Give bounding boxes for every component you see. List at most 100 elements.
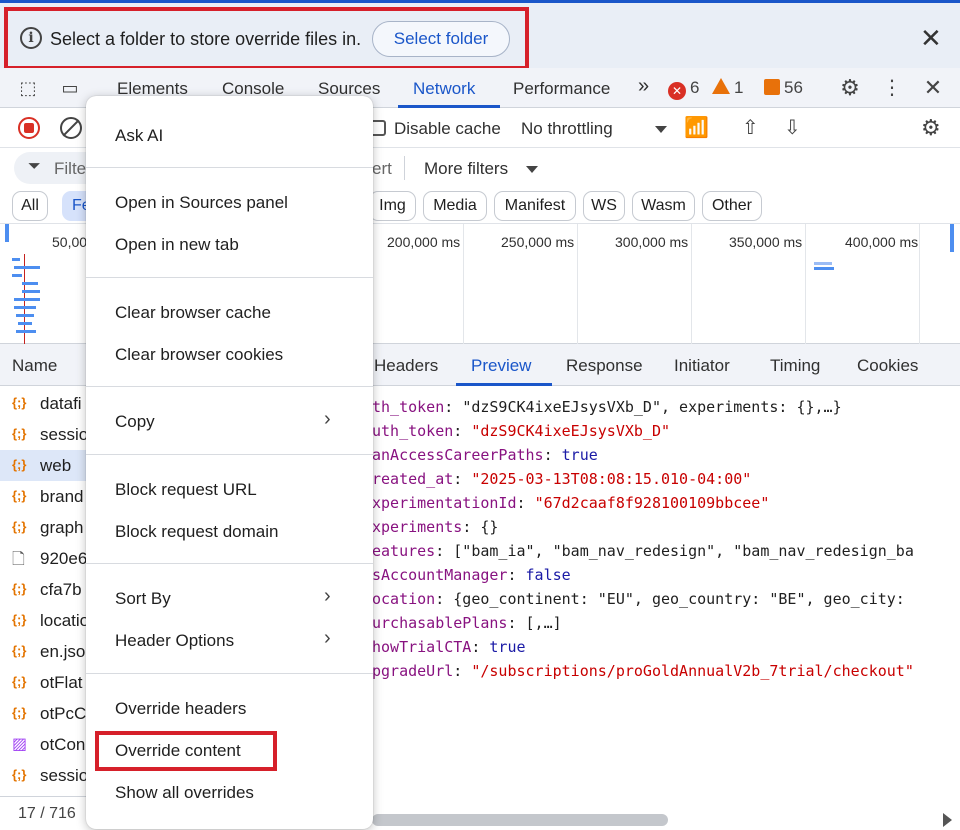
horizontal-scrollbar[interactable]: [372, 814, 668, 826]
menu-item-clear-cookies[interactable]: Clear browser cookies: [115, 345, 283, 365]
grid-line: [463, 224, 464, 344]
override-folder-infobar: i Select a folder to store override file…: [0, 0, 960, 70]
network-conditions-icon[interactable]: 📶: [684, 116, 709, 140]
import-har-icon[interactable]: ⇧: [742, 116, 759, 140]
warning-count: 1: [734, 78, 744, 97]
json-sep: :: [435, 590, 454, 608]
preview-line[interactable]: xperimentationId: "67d2caaf8f928100109bb…: [372, 494, 769, 512]
kebab-menu-icon[interactable]: ⋮: [880, 76, 904, 100]
tab-network[interactable]: Network: [413, 79, 475, 99]
json-key: urchasablePlans: [372, 614, 508, 632]
preview-line[interactable]: xperiments: {}: [372, 518, 498, 536]
json-value: "67d2caaf8f928100109bbcee": [534, 494, 770, 512]
chevron-down-icon[interactable]: [526, 166, 538, 173]
error-icon: ✕: [668, 82, 686, 100]
warning-counter[interactable]: 1: [712, 78, 743, 98]
device-toolbar-icon[interactable]: ▭: [58, 76, 82, 100]
fetch-icon: {;}: [12, 488, 27, 503]
clear-icon[interactable]: [60, 117, 82, 139]
overview-bar: [18, 322, 32, 325]
json-value: "2025-03-13T08:08:15.010-04:00": [471, 470, 752, 488]
network-settings-gear-icon[interactable]: ⚙: [921, 116, 941, 140]
overview-handle-left[interactable]: [5, 224, 9, 242]
chip-other[interactable]: Other: [702, 191, 762, 221]
menu-item-sort-by[interactable]: Sort By: [115, 589, 171, 609]
menu-item-override-headers[interactable]: Override headers: [115, 699, 246, 719]
chevron-down-icon[interactable]: [655, 126, 667, 133]
overview-bar: [14, 266, 40, 269]
record-icon[interactable]: [18, 117, 40, 139]
issues-counter[interactable]: 56: [764, 78, 803, 98]
preview-line[interactable]: ocation: {geo_continent: "EU", geo_count…: [372, 590, 905, 608]
more-tabs-icon[interactable]: »: [638, 75, 649, 98]
tab-initiator[interactable]: Initiator: [674, 356, 730, 376]
chip-ws[interactable]: WS: [583, 191, 625, 221]
tab-headers[interactable]: Headers: [374, 356, 438, 376]
tab-cookies[interactable]: Cookies: [857, 356, 918, 376]
invert-checkbox-label[interactable]: ert: [372, 159, 392, 179]
json-sep: :: [507, 566, 526, 584]
filter-funnel-icon: ⏷: [28, 158, 41, 175]
request-name: otPcC: [40, 704, 87, 723]
chip-manifest[interactable]: Manifest: [494, 191, 576, 221]
throttling-select[interactable]: No throttling: [521, 119, 613, 139]
request-count: 17 / 716: [18, 805, 76, 822]
request-name: web: [40, 456, 72, 475]
chip-img[interactable]: Img: [369, 191, 416, 221]
fetch-icon: {;}: [12, 612, 27, 627]
menu-item-clear-cache[interactable]: Clear browser cache: [115, 303, 271, 323]
menu-item-header-options[interactable]: Header Options: [115, 631, 234, 651]
chip-media[interactable]: Media: [423, 191, 487, 221]
preview-line[interactable]: uth_token: "dzS9CK4ixeEJsysVXb_D": [372, 422, 670, 440]
menu-separator: [86, 277, 373, 278]
issues-icon: [764, 79, 780, 95]
more-filters-dropdown[interactable]: More filters: [424, 159, 508, 179]
inspect-element-icon[interactable]: ⬚: [16, 76, 40, 100]
json-value: {}: [480, 518, 499, 536]
tab-performance[interactable]: Performance: [513, 79, 610, 99]
column-header-label: Name: [12, 356, 58, 375]
request-name: 920e6: [40, 549, 88, 568]
fetch-icon: {;}: [12, 519, 27, 534]
overview-tick-label: 350,000 ms: [729, 234, 803, 250]
preview-line[interactable]: eatures: ["bam_ia", "bam_nav_redesign", …: [372, 542, 914, 560]
json-preview[interactable]: th_token: "dzS9CK4ixeEJsysVXb_D", experi…: [372, 386, 960, 816]
preview-line[interactable]: urchasablePlans: [,…]: [372, 614, 562, 632]
scroll-right-arrow-icon[interactable]: [943, 813, 952, 827]
menu-item-block-url[interactable]: Block request URL: [115, 480, 257, 500]
preview-line[interactable]: reated_at: "2025-03-13T08:08:15.010-04:0…: [372, 470, 751, 488]
tab-response[interactable]: Response: [566, 356, 643, 376]
overview-bar: [16, 330, 36, 333]
request-name: sessio: [40, 766, 89, 785]
preview-line[interactable]: howTrialCTA: true: [372, 638, 526, 656]
preview-line[interactable]: pgradeUrl: "/subscriptions/proGoldAnnual…: [372, 662, 914, 680]
export-har-icon[interactable]: ⇩: [784, 116, 801, 140]
menu-item-ask-ai[interactable]: Ask AI: [115, 126, 163, 146]
filter-placeholder: Filte: [54, 159, 87, 178]
chip-wasm[interactable]: Wasm: [632, 191, 695, 221]
request-detail-tabs: Headers Preview Response Initiator Timin…: [372, 344, 960, 386]
menu-item-open-in-sources[interactable]: Open in Sources panel: [115, 193, 288, 213]
json-key: xperiments: [372, 518, 463, 536]
overview-bar: [814, 262, 832, 265]
preview-line[interactable]: th_token: "dzS9CK4ixeEJsysVXb_D", experi…: [372, 398, 842, 416]
menu-item-open-in-new-tab[interactable]: Open in new tab: [115, 235, 239, 255]
error-counter[interactable]: ✕ 6: [668, 78, 699, 100]
request-name: locatio: [40, 611, 90, 630]
chip-all[interactable]: All: [12, 191, 48, 221]
close-icon[interactable]: ✕: [920, 25, 942, 51]
settings-gear-icon[interactable]: ⚙: [838, 76, 862, 100]
menu-item-block-domain[interactable]: Block request domain: [115, 522, 278, 542]
tab-timing[interactable]: Timing: [770, 356, 820, 376]
json-sep: :: [444, 398, 463, 416]
preview-line[interactable]: sAccountManager: false: [372, 566, 571, 584]
preview-line[interactable]: anAccessCareerPaths: true: [372, 446, 598, 464]
close-devtools-icon[interactable]: ✕: [921, 76, 945, 100]
fetch-icon: {;}: [12, 705, 27, 720]
grid-line: [577, 224, 578, 344]
disable-cache-label: Disable cache: [394, 119, 501, 138]
overview-handle-right[interactable]: [950, 224, 954, 252]
menu-item-show-all-overrides[interactable]: Show all overrides: [115, 783, 254, 803]
menu-item-copy[interactable]: Copy: [115, 412, 155, 432]
tab-preview[interactable]: Preview: [471, 356, 531, 376]
